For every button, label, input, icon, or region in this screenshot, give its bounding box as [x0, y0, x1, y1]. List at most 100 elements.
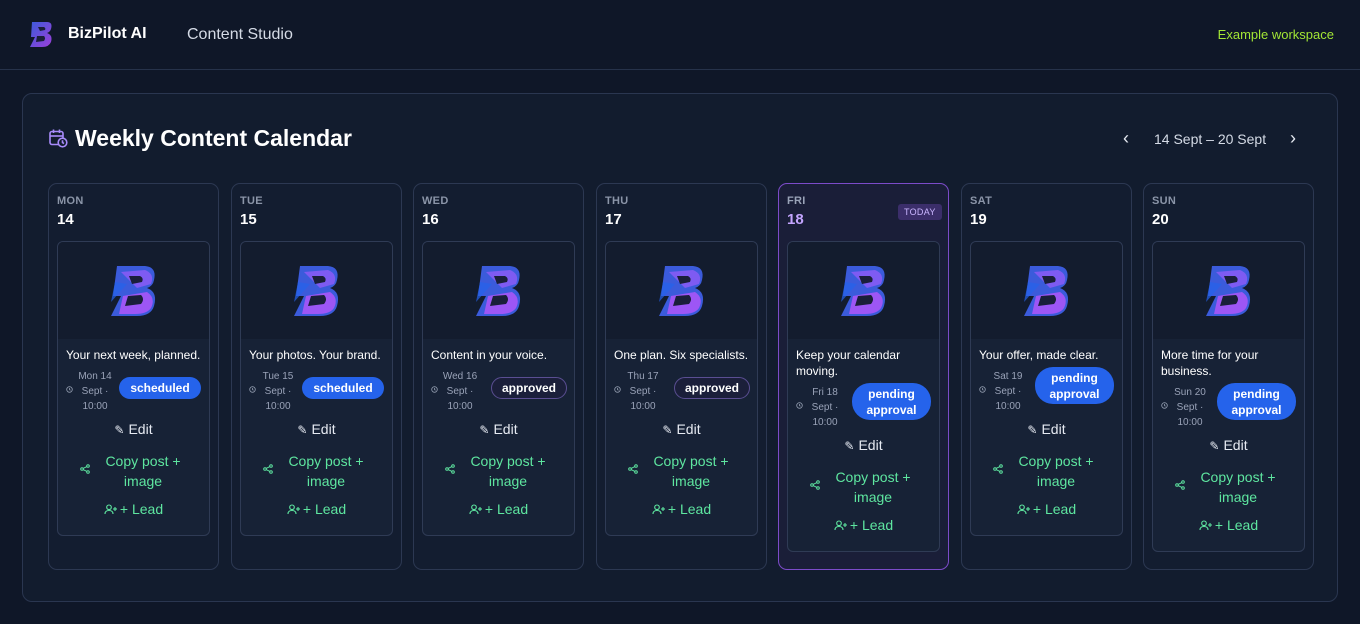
edit-button[interactable]: ✎ Edit [606, 421, 757, 437]
status-badge: pending approval [1217, 383, 1296, 420]
status-badge: scheduled [119, 377, 201, 399]
post-month: Sept · [264, 386, 292, 397]
day-name: FRI [787, 195, 806, 207]
post-month: Sept · [629, 386, 657, 397]
post-caption: More time for your business. [1161, 348, 1259, 378]
post-image-logo-icon [1024, 266, 1069, 316]
post-time: 10:00 [447, 401, 473, 412]
edit-button[interactable]: ✎ Edit [423, 421, 574, 437]
post-month: Sept · [81, 386, 109, 397]
post-card[interactable]: Your next week, planned. Mon 14 Sept · 1… [57, 241, 210, 536]
copy-post-label: Copy post + image [1200, 469, 1276, 505]
post-date: Tue 15 [262, 371, 294, 382]
post-image[interactable] [971, 242, 1122, 339]
copy-post-button[interactable]: Copy post + image [788, 467, 939, 507]
edit-button[interactable]: ✎ Edit [58, 421, 209, 437]
share-icon [810, 480, 820, 490]
page-title: Weekly Content Calendar [75, 125, 352, 151]
post-card[interactable]: More time for your business. Sun 20 Sept… [1152, 241, 1305, 552]
next-week-button[interactable]: › [1285, 128, 1301, 148]
day-name: THU [605, 195, 629, 207]
section-title[interactable]: Content Studio [187, 26, 293, 44]
post-caption: Your offer, made clear. [979, 348, 1099, 362]
add-lead-label: + Lead [849, 517, 894, 533]
add-user-icon [1017, 504, 1030, 515]
edit-button[interactable]: ✎ Edit [241, 421, 392, 437]
status-badge: approved [491, 377, 567, 399]
post-card[interactable]: Content in your voice. Wed 16 Sept · 10:… [422, 241, 575, 536]
add-lead-button[interactable]: + Lead [58, 501, 209, 517]
copy-post-label: Copy post + image [1018, 453, 1094, 489]
add-lead-button[interactable]: + Lead [423, 501, 574, 517]
copy-post-button[interactable]: Copy post + image [971, 451, 1122, 491]
post-meta: Fri 18 Sept · 10:00 pending approval [788, 383, 939, 428]
post-time: 10:00 [265, 401, 291, 412]
post-image[interactable] [58, 242, 209, 339]
day-number: 16 [422, 211, 439, 228]
calendar-panel: Weekly Content Calendar ‹ 14 Sept – 20 S… [22, 93, 1338, 602]
copy-post-label: Copy post + image [288, 453, 364, 489]
day-column-sun: SUN 20 More time for your business. Sun … [1143, 183, 1314, 570]
workspace-label[interactable]: Example workspace [1218, 27, 1334, 42]
post-image[interactable] [423, 242, 574, 339]
post-image[interactable] [788, 242, 939, 339]
post-image[interactable] [606, 242, 757, 339]
edit-label: Edit [676, 421, 701, 437]
post-meta: Thu 17 Sept · 10:00 approved [606, 367, 757, 412]
day-number: 14 [57, 211, 74, 228]
edit-button[interactable]: ✎ Edit [1153, 437, 1304, 453]
post-month: Sept · [811, 402, 839, 413]
pencil-icon: ✎ [1209, 439, 1220, 453]
post-month: Sept · [994, 386, 1022, 397]
post-caption: Your photos. Your brand. [249, 348, 381, 362]
post-image[interactable] [1153, 242, 1304, 339]
post-card[interactable]: One plan. Six specialists. Thu 17 Sept ·… [605, 241, 758, 536]
post-card[interactable]: Your photos. Your brand. Tue 15 Sept · 1… [240, 241, 393, 536]
edit-label: Edit [858, 437, 883, 453]
add-lead-button[interactable]: + Lead [606, 501, 757, 517]
edit-button[interactable]: ✎ Edit [971, 421, 1122, 437]
add-lead-button[interactable]: + Lead [1153, 517, 1304, 533]
add-lead-button[interactable]: + Lead [788, 517, 939, 533]
day-name: SAT [970, 195, 993, 207]
post-schedule: Tue 15 Sept · 10:00 [259, 369, 297, 414]
edit-button[interactable]: ✎ Edit [788, 437, 939, 453]
clock-icon [796, 402, 803, 409]
post-image[interactable] [241, 242, 392, 339]
calendar-clock-icon [49, 129, 68, 148]
copy-post-button[interactable]: Copy post + image [58, 451, 209, 491]
copy-post-label: Copy post + image [470, 453, 546, 489]
post-caption: Keep your calendar moving. [796, 348, 901, 378]
edit-label: Edit [128, 421, 153, 437]
add-user-icon [652, 504, 665, 515]
day-number: 19 [970, 211, 987, 228]
clock-icon [979, 386, 986, 393]
post-card[interactable]: Keep your calendar moving. Fri 18 Sept ·… [787, 241, 940, 552]
post-caption: Content in your voice. [431, 348, 548, 362]
edit-label: Edit [1041, 421, 1066, 437]
add-lead-button[interactable]: + Lead [241, 501, 392, 517]
day-column-wed: WED 16 Content in your voice. Wed 16 Sep… [413, 183, 584, 570]
post-time: 10:00 [1177, 417, 1203, 428]
bizpilot-logo-icon[interactable] [27, 19, 55, 49]
prev-week-button[interactable]: ‹ [1118, 128, 1134, 148]
post-meta: Mon 14 Sept · 10:00 scheduled [58, 367, 209, 412]
share-icon [445, 464, 455, 474]
day-number: 20 [1152, 211, 1169, 228]
post-month: Sept · [446, 386, 474, 397]
day-column-thu: THU 17 One plan. Six specialists. Thu 17 [596, 183, 767, 570]
add-lead-button[interactable]: + Lead [971, 501, 1122, 517]
copy-post-button[interactable]: Copy post + image [606, 451, 757, 491]
date-range: 14 Sept – 20 Sept [1154, 131, 1267, 147]
copy-post-button[interactable]: Copy post + image [423, 451, 574, 491]
pencil-icon: ✎ [844, 439, 855, 453]
copy-post-button[interactable]: Copy post + image [241, 451, 392, 491]
post-image-logo-icon [1206, 266, 1251, 316]
clock-icon [614, 386, 621, 393]
day-column-mon: MON 14 Your next week, planned. Mon 14 S… [48, 183, 219, 570]
copy-post-button[interactable]: Copy post + image [1153, 467, 1304, 507]
post-card[interactable]: Your offer, made clear. Sat 19 Sept · 10… [970, 241, 1123, 536]
add-lead-label: + Lead [1214, 517, 1259, 533]
post-date: Thu 17 [627, 371, 659, 382]
post-image-logo-icon [111, 266, 156, 316]
